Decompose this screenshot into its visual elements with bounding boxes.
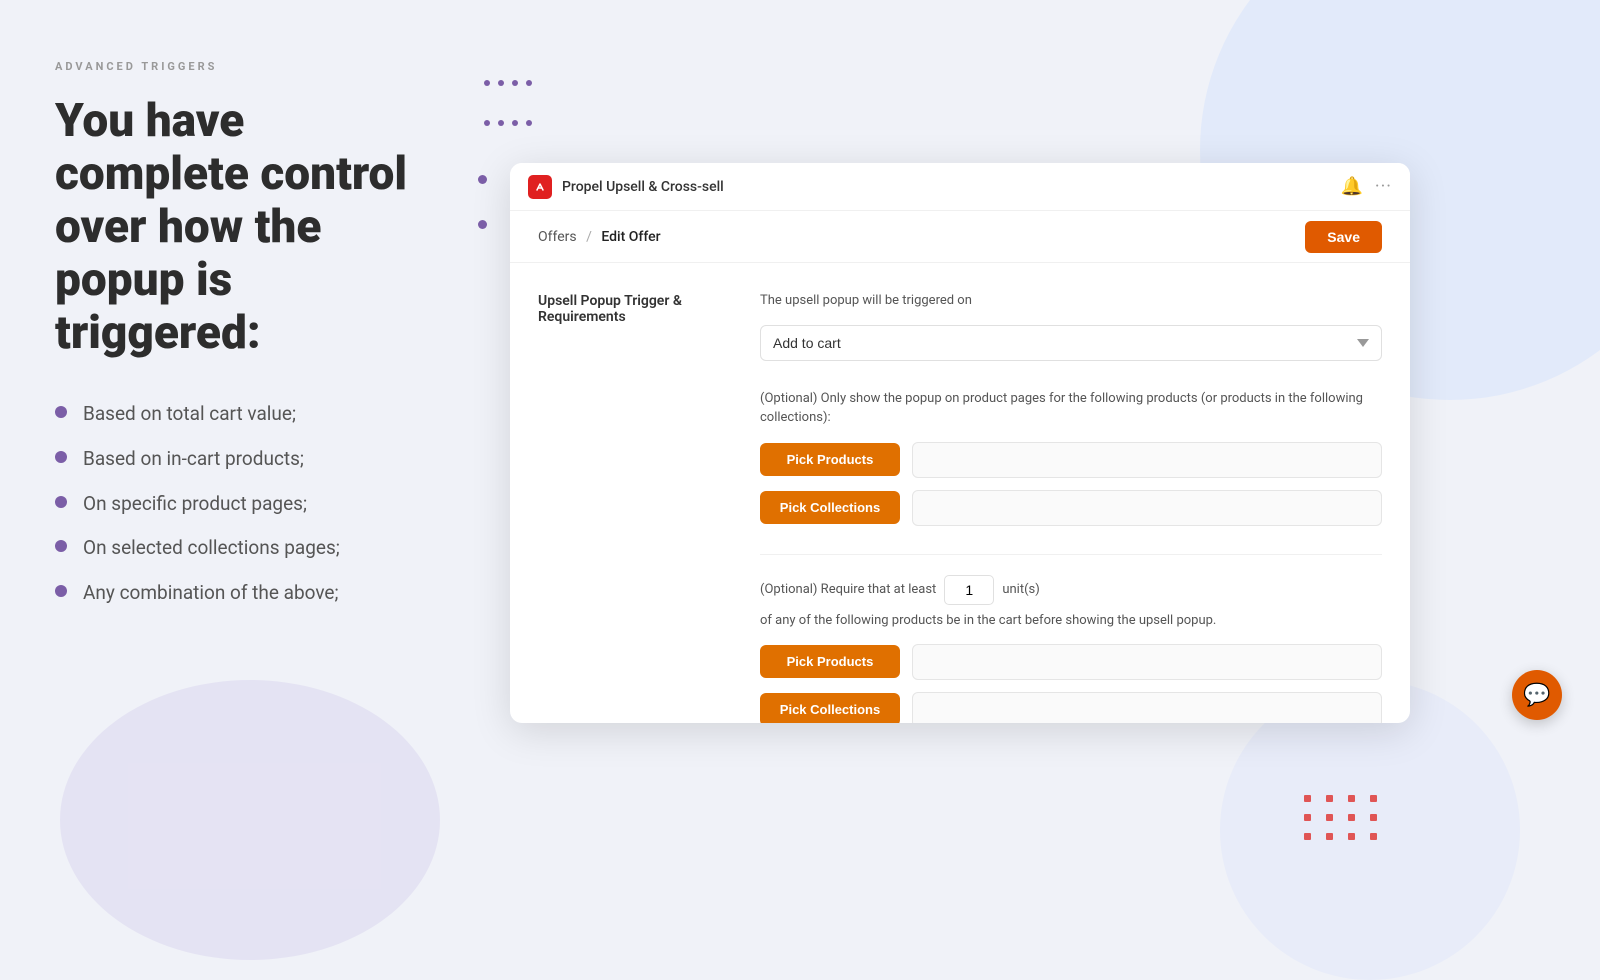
app-window: Propel Upsell & Cross-sell 🔔 ··· Offers … (510, 163, 1410, 723)
side-dots-mid (478, 220, 487, 229)
bullet-dot-0 (55, 406, 67, 418)
pick-products-row-1: Pick Products (760, 442, 1382, 478)
optional-section-1: (Optional) Only show the popup on produc… (760, 389, 1382, 526)
titlebar: Propel Upsell & Cross-sell 🔔 ··· (510, 163, 1410, 211)
optional-label-1: (Optional) Only show the popup on produc… (760, 389, 1382, 428)
form-section-title: Upsell Popup Trigger & Requirements (538, 293, 682, 325)
list-item: Any combination of the above; (55, 580, 425, 607)
units-row: (Optional) Require that at least unit(s) (760, 575, 1382, 605)
pick-collections-input-2 (912, 692, 1382, 724)
trigger-select[interactable]: Add to cartPage loadExit intent (760, 325, 1382, 361)
section-label: ADVANCED TRIGGERS (55, 60, 425, 73)
units-input[interactable] (944, 575, 994, 605)
bullet-dot-3 (55, 540, 67, 552)
units-suffix: unit(s) (1002, 582, 1039, 597)
bullet-dot-2 (55, 496, 67, 508)
pick-products-input-1 (912, 442, 1382, 478)
list-item: Based on total cart value; (55, 401, 425, 428)
left-panel: ADVANCED TRIGGERS You have complete cont… (0, 0, 480, 900)
units-description: of any of the following products be in t… (760, 613, 1382, 628)
pick-collections-row-1: Pick Collections (760, 490, 1382, 526)
bell-icon[interactable]: 🔔 (1340, 176, 1362, 197)
chat-icon: 💬 (1523, 683, 1550, 708)
titlebar-left: Propel Upsell & Cross-sell (528, 175, 724, 199)
main-content: Upsell Popup Trigger & Requirements The … (510, 263, 1410, 723)
pick-products-input-2 (912, 644, 1382, 680)
dot-grid-top2 (480, 115, 536, 134)
trigger-section: The upsell popup will be triggered on Ad… (760, 291, 1382, 361)
app-icon (528, 175, 552, 199)
form-col: The upsell popup will be triggered on Ad… (750, 263, 1410, 723)
pick-products-row-2: Pick Products (760, 644, 1382, 680)
save-button[interactable]: Save (1305, 221, 1382, 253)
list-item: On specific product pages; (55, 491, 425, 518)
bullet-dot-4 (55, 585, 67, 597)
breadcrumb-current: Edit Offer (601, 229, 660, 245)
units-label: (Optional) Require that at least (760, 582, 936, 597)
pick-products-button-2[interactable]: Pick Products (760, 645, 900, 678)
list-item: On selected collections pages; (55, 535, 425, 562)
breadcrumb-bar: Offers / Edit Offer Save (510, 211, 1410, 263)
breadcrumb-separator: / (586, 229, 592, 245)
breadcrumb: Offers / Edit Offer (538, 229, 661, 245)
breadcrumb-link[interactable]: Offers (538, 229, 577, 245)
side-dots-top (478, 175, 487, 184)
bullet-list: Based on total cart value; Based on in-c… (55, 401, 425, 606)
trigger-label: The upsell popup will be triggered on (760, 291, 1382, 311)
main-heading: You have complete control over how the p… (55, 95, 425, 359)
titlebar-right: 🔔 ··· (1340, 176, 1392, 197)
pick-collections-input-1 (912, 490, 1382, 526)
pick-collections-button-1[interactable]: Pick Collections (760, 491, 900, 524)
dot-grid-red (1304, 795, 1380, 840)
list-item: Based on in-cart products; (55, 446, 425, 473)
app-name: Propel Upsell & Cross-sell (562, 179, 724, 195)
divider (760, 554, 1382, 555)
bullet-dot-1 (55, 451, 67, 463)
pick-collections-button-2[interactable]: Pick Collections (760, 693, 900, 723)
chat-button[interactable]: 💬 (1512, 670, 1562, 720)
optional-section-2: (Optional) Require that at least unit(s)… (760, 575, 1382, 724)
pick-collections-row-2: Pick Collections (760, 692, 1382, 724)
dot-grid-top (480, 75, 536, 94)
pick-products-button-1[interactable]: Pick Products (760, 443, 900, 476)
section-label-col: Upsell Popup Trigger & Requirements (510, 263, 750, 723)
more-icon[interactable]: ··· (1375, 176, 1392, 197)
